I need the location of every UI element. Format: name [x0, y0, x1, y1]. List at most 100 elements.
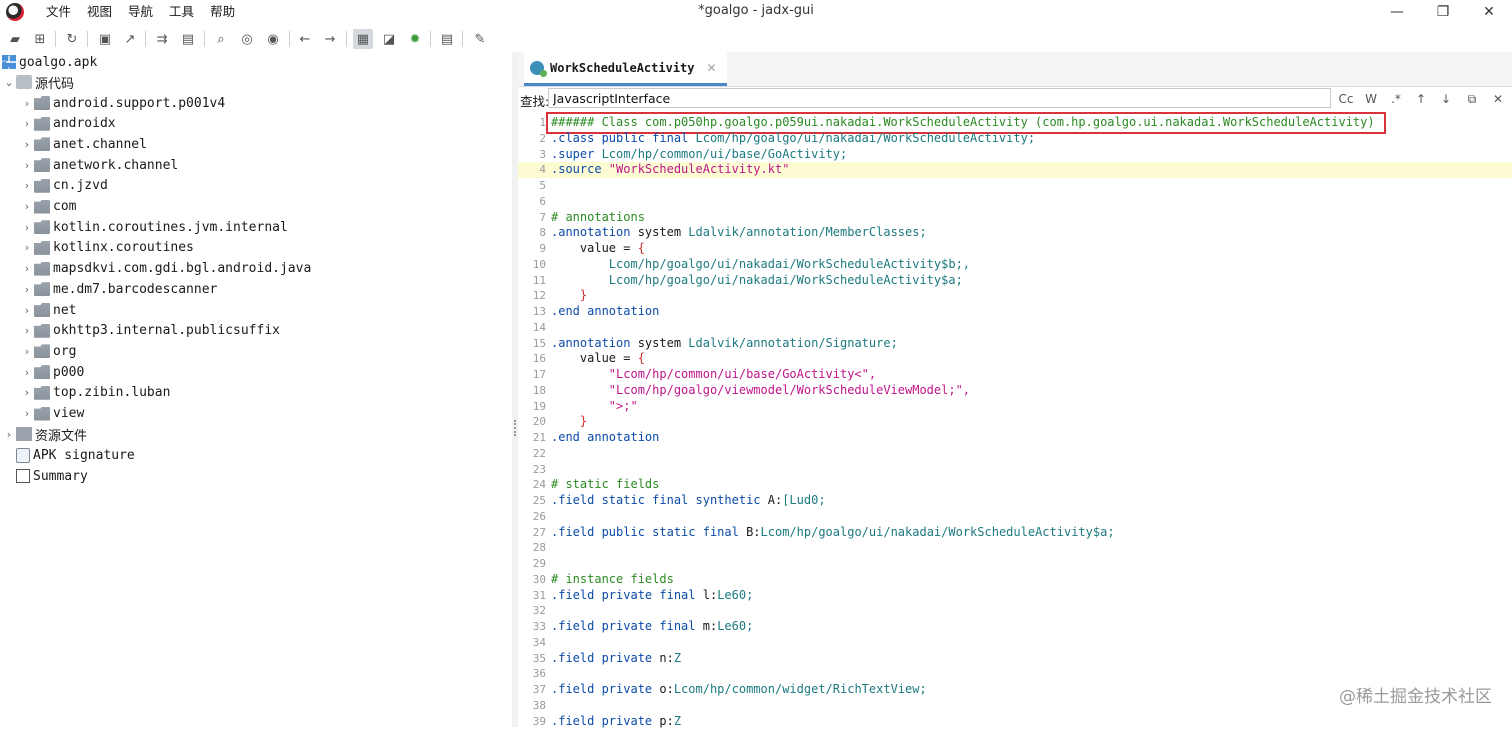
code-editor[interactable]: 1###### Class com.p050hp.goalgo.p059ui.n…	[518, 112, 1512, 727]
code-text: .super Lcom/hp/common/ui/base/GoActivity…	[551, 147, 847, 163]
find-previous-button[interactable]: ↑	[1411, 90, 1431, 108]
chevron-down-icon[interactable]: ⌄	[2, 76, 16, 89]
tree-node-apk-signature[interactable]: APK signature	[16, 445, 135, 465]
whole-word-button[interactable]: W	[1361, 90, 1381, 108]
code-text: .end annotation	[551, 304, 659, 320]
sync-tree-icon[interactable]: ⇉	[152, 29, 172, 49]
tree-package-item[interactable]: ›p000	[20, 362, 84, 382]
minimize-button[interactable]: —	[1374, 0, 1420, 24]
find-input[interactable]	[548, 88, 1331, 108]
line-number: 25	[518, 493, 546, 509]
tree-package-item[interactable]: ›top.zibin.luban	[20, 383, 170, 403]
package-folder-icon	[34, 282, 50, 296]
code-line: 14	[518, 320, 1512, 336]
toolbar: ▰ ⊞ ↻ ▣ ↗ ⇉ ▤ ⌕ ◎ ◉ ← → ▦ ◪ ✹ ▤ ✎	[0, 26, 1512, 52]
back-icon[interactable]: ←	[295, 29, 315, 49]
code-token: Lcom/hp/goalgo/ui/nakadai/WorkScheduleAc…	[696, 131, 1036, 145]
chevron-right-icon[interactable]: ›	[20, 366, 34, 379]
line-number: 3	[518, 147, 546, 163]
find-usages-icon[interactable]: ◎	[237, 29, 257, 49]
chevron-right-icon[interactable]: ›	[20, 97, 34, 110]
find-class-icon[interactable]: ◉	[263, 29, 283, 49]
log-icon[interactable]: ▤	[437, 29, 457, 49]
deobfuscation-icon[interactable]: ▦	[353, 29, 373, 49]
code-token: .annotation	[551, 336, 638, 350]
export-icon[interactable]: ↗	[120, 29, 140, 49]
chevron-right-icon[interactable]: ›	[20, 138, 34, 151]
debug-icon[interactable]: ✹	[405, 29, 425, 49]
line-number: 34	[518, 635, 546, 651]
regex-button[interactable]: .*	[1386, 90, 1406, 108]
code-text: .field public static final B:Lcom/hp/goa…	[551, 525, 1115, 541]
reload-icon[interactable]: ↻	[62, 29, 82, 49]
close-find-button[interactable]: ✕	[1488, 90, 1508, 108]
tree-package-item[interactable]: ›view	[20, 404, 84, 424]
menu-help[interactable]: 帮助	[202, 3, 243, 21]
tree-node-source[interactable]: ⌄ 源代码	[2, 72, 74, 92]
chevron-right-icon[interactable]: ›	[20, 283, 34, 296]
chevron-right-icon[interactable]: ›	[20, 241, 34, 254]
menu-bar: 文件 视图 导航 工具 帮助	[38, 3, 243, 21]
chevron-right-icon[interactable]: ›	[2, 428, 16, 441]
line-number: 33	[518, 619, 546, 635]
chevron-right-icon[interactable]: ›	[20, 262, 34, 275]
line-number: 31	[518, 588, 546, 604]
chevron-right-icon[interactable]: ›	[20, 221, 34, 234]
tree-package-item[interactable]: ›androidx	[20, 114, 116, 134]
tree-package-item[interactable]: ›anetwork.channel	[20, 155, 178, 175]
tree-package-item[interactable]: ›cn.jzvd	[20, 176, 108, 196]
tree-package-item[interactable]: ›com	[20, 197, 76, 217]
chevron-right-icon[interactable]: ›	[20, 179, 34, 192]
tab-workscheduleactivity[interactable]: WorkScheduleActivity ✕	[524, 52, 727, 86]
tab-close-icon[interactable]: ✕	[707, 61, 717, 75]
code-token: static final synthetic	[602, 493, 768, 507]
tree-node-resources[interactable]: › 资源文件	[2, 424, 87, 444]
flatten-packages-icon[interactable]: ▤	[178, 29, 198, 49]
menu-navigation[interactable]: 导航	[120, 3, 161, 21]
chevron-right-icon[interactable]: ›	[20, 324, 34, 337]
tree-package-item[interactable]: ›okhttp3.internal.publicsuffix	[20, 321, 280, 341]
preferences-icon[interactable]: ✎	[470, 29, 490, 49]
tree-package-item[interactable]: ›kotlinx.coroutines	[20, 238, 194, 258]
tree-package-item[interactable]: ›mapsdkvi.com.gdi.bgl.android.java	[20, 259, 311, 279]
match-case-button[interactable]: Cc	[1336, 90, 1356, 108]
chevron-right-icon[interactable]: ›	[20, 159, 34, 172]
code-token: .field	[551, 493, 602, 507]
mark-all-button[interactable]: ⧉	[1462, 90, 1482, 108]
tree-package-item[interactable]: ›org	[20, 341, 76, 361]
menu-view[interactable]: 视图	[79, 3, 120, 21]
project-tree[interactable]: goalgo.apk ⌄ 源代码 ›android.support.p001v4…	[0, 52, 513, 727]
chevron-right-icon[interactable]: ›	[20, 117, 34, 130]
find-next-button[interactable]: ↓	[1436, 90, 1456, 108]
close-window-button[interactable]: ✕	[1466, 0, 1512, 24]
tree-root-apk[interactable]: goalgo.apk	[2, 52, 97, 72]
code-token: [Lud0;	[782, 493, 825, 507]
open-folder-icon[interactable]: ▰	[5, 29, 25, 49]
forward-icon[interactable]: →	[320, 29, 340, 49]
menu-file[interactable]: 文件	[38, 3, 79, 21]
line-number: 10	[518, 257, 546, 273]
chevron-right-icon[interactable]: ›	[20, 407, 34, 420]
code-line: 27.field public static final B:Lcom/hp/g…	[518, 525, 1512, 541]
chevron-right-icon[interactable]: ›	[20, 200, 34, 213]
code-line: 35.field private n:Z	[518, 651, 1512, 667]
tree-package-item[interactable]: ›net	[20, 300, 76, 320]
package-folder-icon	[34, 179, 50, 193]
chevron-right-icon[interactable]: ›	[20, 304, 34, 317]
code-line: 26	[518, 509, 1512, 525]
code-text: .class public final Lcom/hp/goalgo/ui/na…	[551, 131, 1035, 147]
maximize-button[interactable]: ❐	[1420, 0, 1466, 24]
search-icon[interactable]: ⌕	[211, 29, 231, 49]
save-icon[interactable]: ▣	[95, 29, 115, 49]
tree-node-summary[interactable]: Summary	[16, 466, 88, 486]
tree-package-item[interactable]: ›kotlin.coroutines.jvm.internal	[20, 217, 288, 237]
tree-package-item[interactable]: ›anet.channel	[20, 134, 147, 154]
menu-tools[interactable]: 工具	[161, 3, 202, 21]
add-files-icon[interactable]: ⊞	[30, 29, 50, 49]
quark-icon[interactable]: ◪	[379, 29, 399, 49]
tree-package-item[interactable]: ›me.dm7.barcodescanner	[20, 279, 217, 299]
tree-package-item[interactable]: ›android.support.p001v4	[20, 93, 225, 113]
chevron-right-icon[interactable]: ›	[20, 345, 34, 358]
chevron-right-icon[interactable]: ›	[20, 386, 34, 399]
toolbar-separator	[462, 31, 463, 47]
